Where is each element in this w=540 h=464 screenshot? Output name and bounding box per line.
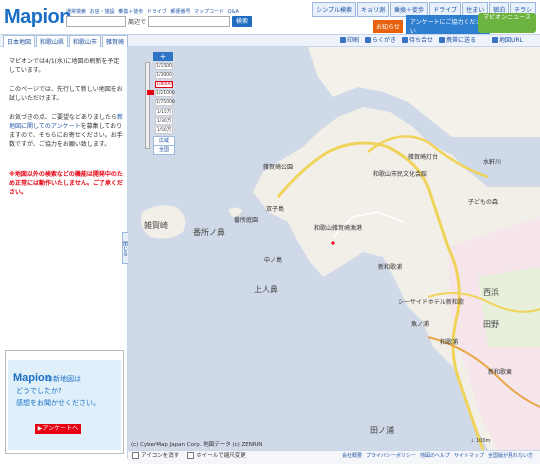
- top-banner-text: マピオンニュース: [483, 14, 531, 21]
- ad-background: Mapion の新地図は どうでしたか? 感想をお聞かせください。 ▶アンケート…: [8, 360, 121, 450]
- top-link[interactable]: マップコード: [194, 9, 224, 15]
- map-label: 田野: [483, 320, 499, 329]
- map-label: 田ノ浦: [370, 426, 394, 435]
- scale-bar: ⊥ 100m: [470, 438, 491, 444]
- send-mobile-button[interactable]: 携帯に送る: [439, 35, 476, 44]
- ad-survey-button[interactable]: ▶アンケートへ: [35, 424, 81, 434]
- footer-link[interactable]: 全国版が見れない方: [488, 452, 533, 459]
- flag-icon: [402, 36, 409, 43]
- warning-text: ※地図以外の検索などの機能は開発中のため正常には動作いたしません。ご了承ください…: [9, 171, 123, 196]
- zoom-control: + 1/1500 1/3000 1/8000 1/21000 1/75000 1…: [142, 52, 175, 156]
- map-label: 双子島: [266, 206, 285, 213]
- map-label: 子どもの森: [468, 199, 499, 206]
- mapion-logo[interactable]: Mapion: [4, 6, 72, 29]
- map-tools: 印刷 らくがき 待ち合せ 携帯に送る: [340, 35, 476, 44]
- map-label: シーサイドホテル新和歌: [398, 299, 464, 306]
- footer-links: 会社概要 プライバシーポリシー 地図のヘルプ サイトマップ 全国版が見れない方: [342, 452, 533, 459]
- map-label: 中ノ島: [264, 257, 283, 264]
- printer-icon: [340, 36, 346, 43]
- map-label: 雑賀崎公園: [263, 164, 294, 171]
- zoom-level[interactable]: 1/1500: [155, 63, 173, 70]
- wheel-zoom-option[interactable]: ホイールで縮尺変更: [187, 451, 246, 459]
- survey-ad[interactable]: Mapion の新地図は どうでしたか? 感想をお聞かせください。 ▶アンケート…: [5, 350, 124, 454]
- top-search-links: 通常検索 お店・施設 乗換＋徒歩 ドライブ 郵便番号 マップコード Q&A: [66, 8, 241, 15]
- scribble-button[interactable]: らくがき: [365, 35, 396, 44]
- zoom-level-selected[interactable]: 1/8000: [155, 81, 173, 88]
- map-label: 上人鼻: [254, 285, 278, 294]
- keyword-input[interactable]: [66, 16, 126, 27]
- notice-button[interactable]: お知らせ: [373, 19, 403, 33]
- top-link[interactable]: Q&A: [228, 9, 239, 15]
- top-banner-ad[interactable]: マピオンニュース: [478, 13, 536, 33]
- map-label: 雑賀崎灯台: [408, 154, 439, 161]
- map-graphic: [128, 47, 540, 450]
- map-label: 新和歌東: [488, 369, 513, 376]
- map-label: 番所庭園: [234, 217, 259, 224]
- phone-icon: [439, 36, 446, 43]
- top-link[interactable]: 通常検索: [66, 9, 86, 15]
- zoom-level[interactable]: 1/15万: [155, 108, 173, 116]
- search-button[interactable]: 検索: [232, 16, 253, 27]
- meeting-button[interactable]: 待ち合せ: [402, 35, 433, 44]
- map-label: 水軒川: [483, 159, 502, 166]
- hide-icons-option[interactable]: アイコンを消す: [132, 451, 179, 459]
- top-link[interactable]: ドライブ: [147, 9, 167, 15]
- zoom-national-button[interactable]: 全国: [153, 145, 175, 155]
- footer-link[interactable]: 会社概要: [342, 452, 362, 459]
- footer-link[interactable]: サイトマップ: [454, 452, 484, 459]
- map-label: 西浜: [483, 288, 499, 297]
- left-panel: マピオンでは4/1(水)に地図の刷新を予定しています。 このページでは、先行して…: [0, 47, 128, 459]
- globe-icon: [492, 36, 498, 43]
- checkbox-icon[interactable]: [187, 452, 195, 459]
- map-label: 魚ノ浦: [411, 321, 430, 328]
- map-label: 番所ノ鼻: [193, 228, 225, 237]
- location-input[interactable]: [148, 16, 231, 27]
- trial-text: このページでは、先行して新しい地図をお試しいただけます。: [9, 86, 123, 102]
- footer-link[interactable]: 地図のヘルプ: [420, 452, 450, 459]
- zoom-level[interactable]: 1/50万: [155, 126, 173, 134]
- map-options: アイコンを消す ホイールで縮尺変更: [132, 451, 246, 459]
- map-label: 新和歌浦: [378, 264, 403, 271]
- intro-text: マピオンでは4/1(水)に地図の刷新を予定しています。: [9, 58, 120, 74]
- map-label: 和歌山市民文化会館: [373, 171, 428, 178]
- map-label: 雑賀崎: [144, 221, 168, 230]
- map-copyright: (c) CyberMap Japan Corp. 地図データ (c) ZENRI…: [131, 442, 263, 448]
- checkbox-icon[interactable]: [132, 452, 139, 459]
- top-link[interactable]: お店・施設: [90, 9, 115, 15]
- map-label: 和歌浦: [440, 339, 459, 346]
- pencil-icon: [365, 36, 372, 43]
- ad-line: の新地図は: [46, 375, 81, 383]
- zoom-in-button[interactable]: +: [153, 52, 173, 61]
- search-row: 周辺で 検索: [66, 16, 253, 27]
- zoom-level[interactable]: 1/75000: [155, 99, 175, 106]
- footer-link[interactable]: プライバシーポリシー: [366, 452, 416, 459]
- map-url-button[interactable]: 地図URL: [492, 35, 523, 44]
- map-canvas[interactable]: 雑賀崎 番所ノ鼻 番所庭園 双子島 雑賀崎公園 和歌山雑賀崎漁港 中ノ島 上人鼻…: [128, 47, 540, 450]
- zoom-slider-knob[interactable]: [147, 90, 154, 95]
- zoom-level[interactable]: 1/30万: [155, 117, 173, 125]
- top-link[interactable]: 郵便番号: [170, 9, 190, 15]
- top-link[interactable]: 乗換＋徒歩: [118, 9, 143, 15]
- map-label: 和歌山雑賀崎漁港: [314, 225, 363, 232]
- print-button[interactable]: 印刷: [340, 35, 359, 44]
- search-near-label: 周辺で: [128, 19, 147, 26]
- zoom-level[interactable]: 1/21000: [155, 90, 175, 97]
- feedback-text: お気づきの点、ご要望などありましたら新地図に関してのアンケートを募集しております…: [9, 114, 124, 148]
- ad-line: 感想をお聞かせください。: [16, 399, 100, 407]
- zoom-slider-track[interactable]: [145, 62, 154, 149]
- zoom-level[interactable]: 1/3000: [155, 72, 173, 79]
- nav-tab[interactable]: シンプル検索: [312, 2, 357, 17]
- ad-line: どうでしたか?: [16, 387, 62, 395]
